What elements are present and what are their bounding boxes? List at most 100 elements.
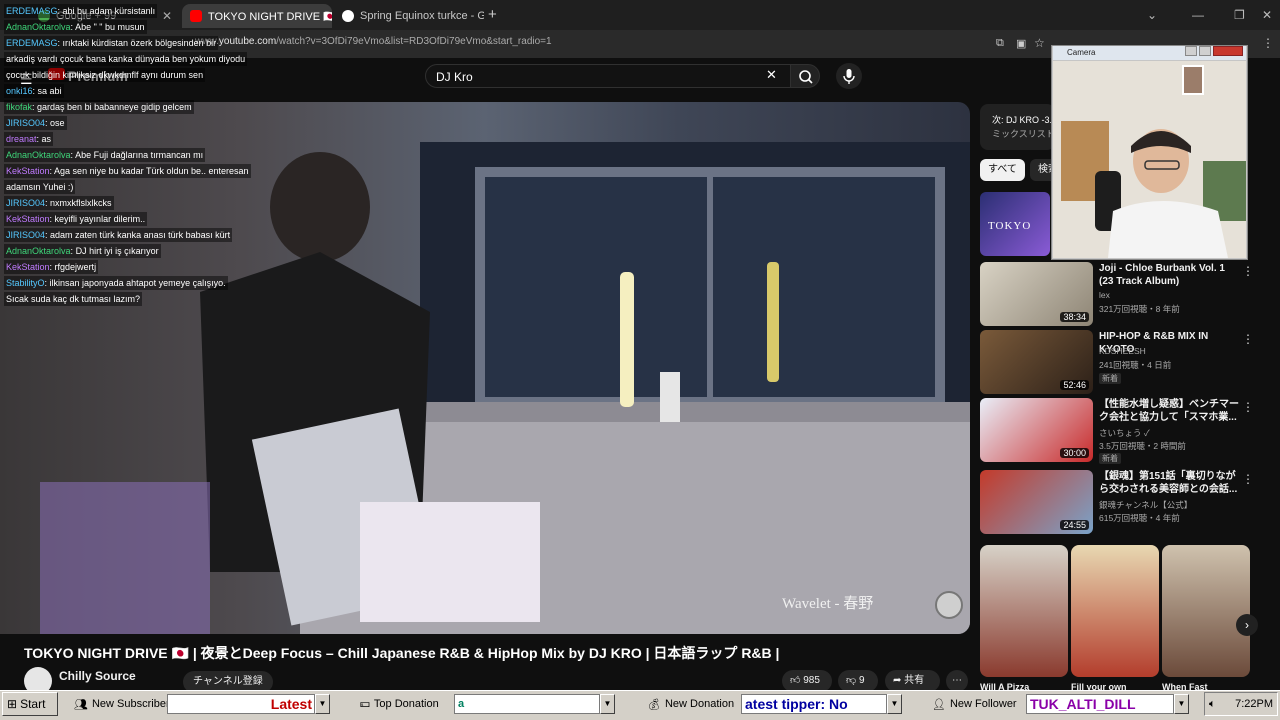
donation-field[interactable]: a: [454, 694, 600, 714]
chat-text: DJ hirt iyi iş çıkarıyor: [75, 246, 159, 256]
url-field[interactable]: www.youtube.com/watch?v=3OfDi79eVmo&list…: [195, 36, 552, 47]
camera-minimize-icon[interactable]: [1185, 46, 1197, 56]
system-tray: 🔈︎ 7:22PM: [1204, 692, 1278, 716]
more-actions-icon[interactable]: ⋯: [946, 670, 968, 692]
search-value: DJ Kro: [436, 70, 473, 84]
start-logo-icon: ⊞: [7, 697, 18, 711]
new-follower-button[interactable]: 👤︎ New Follower: [932, 693, 1017, 715]
close-window-icon[interactable]: ✕: [1262, 8, 1272, 22]
chat-username: ERDEMASG: [6, 38, 58, 48]
short-thumbnail[interactable]: [1162, 545, 1250, 677]
video-player[interactable]: [0, 102, 970, 634]
rec-channel: lex: [1099, 290, 1110, 300]
chat-message: dreanat: as: [4, 132, 54, 146]
search-input[interactable]: DJ Kro: [425, 64, 792, 88]
chat-message: KekStation: rfgdejwertj: [4, 260, 99, 274]
rec-channel: KDSHEESH: [1099, 346, 1146, 356]
share-button[interactable]: ➦ 共有: [885, 670, 940, 692]
chat-message: fikofak: gardaş ben bi babanneye gidip g…: [4, 100, 194, 114]
rec-title: 【性能水増し疑惑】ベンチマーク会社と協力して「スマホ業...: [1099, 399, 1239, 423]
dislike-button[interactable]: 👎︎ 9: [838, 670, 878, 692]
voice-search-button[interactable]: [836, 63, 862, 89]
chat-username: onki16: [6, 86, 33, 96]
recommendation-item[interactable]: 38:34 Joji - Chloe Burbank Vol. 1 (23 Tr…: [980, 262, 1255, 326]
duration: 30:00: [1060, 448, 1089, 458]
recommendation-item[interactable]: 24:55 【銀魂】第151話「裏切りながら交わされる美容師との会話... 銀魂…: [980, 470, 1255, 534]
shorts-next-arrow-icon[interactable]: ›: [1236, 614, 1258, 636]
chat-username: JIRISO04: [6, 118, 46, 128]
search-button[interactable]: [790, 64, 820, 88]
chat-message: onki16: sa abi: [4, 84, 64, 98]
rec-meta: 3.5万回視聴・2 時間前: [1099, 441, 1186, 451]
chat-text: arkadiş vardı çocuk bana kanka dünyada b…: [6, 54, 246, 64]
latest-field[interactable]: Latest: [167, 694, 315, 714]
share-label: 共有: [904, 675, 925, 686]
bookmark-star-icon[interactable]: ☆: [1034, 36, 1045, 50]
latest-tipper-field[interactable]: atest tipper: No: [741, 694, 887, 714]
channel-watermark[interactable]: [935, 591, 963, 619]
mix-thumbnail[interactable]: TOKYO: [980, 192, 1050, 256]
clock: 7:22PM: [1235, 698, 1273, 710]
channel-name[interactable]: Chilly Source: [59, 669, 136, 683]
volume-icon[interactable]: 🔈︎: [1205, 698, 1216, 711]
chat-text: sa abi: [37, 86, 62, 96]
more-options-icon[interactable]: ⋮: [1242, 332, 1254, 346]
follower-dropdown-icon[interactable]: ▼: [1174, 694, 1189, 714]
more-options-icon[interactable]: ⋮: [1242, 400, 1254, 414]
tipper-dropdown-icon[interactable]: ▼: [887, 694, 902, 714]
install-icon[interactable]: ▣: [1016, 37, 1026, 50]
cast-icon[interactable]: ⧉: [996, 37, 1004, 50]
new-donation-button[interactable]: 💰︎ New Donation: [647, 693, 734, 715]
money-icon: 💵︎: [360, 697, 370, 710]
browser-menu-icon[interactable]: ⋮: [1262, 36, 1274, 50]
clear-search-icon[interactable]: ✕: [766, 67, 777, 83]
short-thumbnail[interactable]: [980, 545, 1068, 677]
new-follower-label: New Follower: [949, 698, 1017, 710]
mix-thumbnail-text: TOKYO: [988, 220, 1032, 232]
more-options-icon[interactable]: ⋮: [1242, 472, 1254, 486]
chip-all[interactable]: すべて: [980, 159, 1025, 181]
camera-close-icon[interactable]: [1213, 46, 1243, 56]
new-subscriber-label: New Subscriber: [91, 698, 170, 710]
chat-text: abi bu adam kürsistanlı: [62, 6, 156, 16]
tab-list-chevron-icon[interactable]: ⌄: [1147, 8, 1157, 22]
recommendation-item[interactable]: 52:46 HIP-HOP & R&B MIX IN KYOTO KDSHEES…: [980, 330, 1255, 394]
more-options-icon[interactable]: ⋮: [1242, 264, 1254, 278]
tab-youtube[interactable]: TOKYO NIGHT DRIVE 🇯🇵 | 夜景と ✕: [182, 4, 332, 28]
chat-text: çocuk bildiğin kimliksiz dkwkdmflf aynı …: [6, 70, 204, 80]
tab-google-search[interactable]: Spring Equinox turkce - Google ✕: [334, 4, 484, 28]
like-button[interactable]: 👍︎ 985: [782, 670, 832, 692]
new-badge: 新着: [1099, 373, 1121, 384]
camera-maximize-icon[interactable]: [1199, 46, 1211, 56]
duration: 24:55: [1060, 520, 1089, 530]
like-count: 985: [803, 675, 820, 686]
user-add-icon: 👥︎: [74, 698, 88, 711]
close-tab-icon[interactable]: ✕: [162, 9, 172, 23]
chat-message: KekStation: keyifli yayınlar dilerim..: [4, 212, 148, 226]
webcam-feed: [1053, 61, 1246, 258]
top-donation-button[interactable]: 💵︎ Top Donation: [360, 693, 439, 715]
donation-dropdown-icon[interactable]: ▼: [600, 694, 615, 714]
chat-username: fikofak: [6, 102, 33, 112]
new-tab-icon[interactable]: +: [488, 6, 497, 23]
latest-dropdown-icon[interactable]: ▼: [315, 694, 330, 714]
new-subscriber-button[interactable]: 👥︎ New Subscriber: [74, 693, 170, 715]
recommendation-item[interactable]: 30:00 【性能水増し疑惑】ベンチマーク会社と協力して「スマホ業... さいち…: [980, 398, 1255, 464]
rec-channel: 銀魂チャンネル【公式】: [1099, 500, 1193, 510]
start-button[interactable]: ⊞ Start: [2, 692, 58, 716]
short-thumbnail[interactable]: [1071, 545, 1159, 677]
duration: 52:46: [1060, 380, 1089, 390]
chat-text: rfgdejwertj: [54, 262, 97, 272]
new-badge: 新着: [1099, 453, 1121, 464]
follower-icon: 👤︎: [932, 698, 946, 711]
minimize-icon[interactable]: —: [1192, 8, 1204, 22]
video-thumbnail: 24:55: [980, 470, 1093, 534]
restore-icon[interactable]: ❐: [1234, 8, 1245, 22]
chat-username: JIRISO04: [6, 198, 46, 208]
donation-icon: 💰︎: [647, 698, 661, 711]
latest-follower-field[interactable]: TUK_ALTI_DILL: [1026, 694, 1174, 714]
chat-username: StabilityO: [6, 278, 45, 288]
chat-message: StabilityO: ilkinsan japonyada ahtapot y…: [4, 276, 228, 290]
video-overlay-caption: Wavelet - 春野: [782, 596, 874, 612]
chat-message: Sıcak suda kaç dk tutması lazım?: [4, 292, 143, 306]
